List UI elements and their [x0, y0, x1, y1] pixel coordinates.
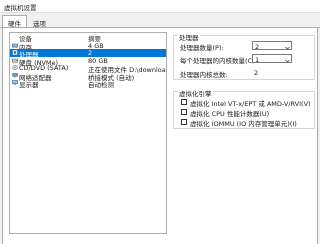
virtualize-cpu-counters-checkbox[interactable] [181, 109, 187, 115]
device-list-header: 设备 摘要 [10, 33, 166, 43]
processors-group-title: 处理器 [178, 32, 200, 42]
virtualize-cpu-counters-label[interactable]: 虚拟化 CPU 性能计数器(U) [190, 108, 269, 118]
total-cores-label: 处理器内核总数: [180, 71, 228, 79]
tab-strip: 硬件 选项 [0, 13, 320, 28]
device-name: 显示器 [19, 81, 39, 89]
total-cores-value: 2 [254, 69, 259, 77]
processor-icon [12, 50, 18, 56]
tab-content: 设备 摘要 内存 4 GB 处理器 2 硬盘 (NVMe) 80 GB CD/D… [2, 28, 318, 244]
virtualize-iommu-checkbox[interactable] [181, 119, 187, 125]
window-title: 虚拟机设置 [4, 4, 37, 12]
settings-panel: 处理器 处理器数量(P): 2 每个处理器的内核数量(C): 1 处理器内核总数… [171, 28, 319, 244]
cd-dvd-icon [12, 65, 18, 71]
device-summary: 自动检测 [88, 81, 114, 89]
processor-count-select[interactable]: 2 [252, 41, 292, 51]
hard-disk-icon [12, 58, 18, 63]
tab-hardware[interactable]: 硬件 [2, 15, 27, 28]
device-list[interactable]: 设备 摘要 内存 4 GB 处理器 2 硬盘 (NVMe) 80 GB CD/D… [9, 32, 167, 234]
display-icon [12, 80, 18, 85]
tab-options[interactable]: 选项 [28, 16, 51, 28]
chevron-down-icon [285, 57, 290, 63]
virtualization-group: 虚拟化引擎 虚拟化 Intel VT-x/EPT 或 AMD-V/RVI(V) … [173, 88, 315, 129]
virtualize-iommu-label[interactable]: 虚拟化 IOMMU (IO 内存管理单元)(I) [190, 118, 297, 128]
virtualization-group-title: 虚拟化引擎 [178, 88, 213, 98]
cores-per-processor-value: 1 [255, 55, 260, 64]
cores-per-processor-select[interactable]: 1 [252, 54, 292, 64]
title-bar: 虚拟机设置 [0, 0, 320, 13]
cores-per-processor-label: 每个处理器的内核数量(C): [180, 57, 257, 65]
network-adapter-icon [12, 72, 18, 78]
device-row-display[interactable]: 显示器 自动检测 [10, 79, 166, 89]
processor-count-label: 处理器数量(P): [180, 44, 224, 52]
virtualize-vtx-label[interactable]: 虚拟化 Intel VT-x/EPT 或 AMD-V/RVI(V) [190, 98, 311, 108]
device-row-processor[interactable]: 处理器 2 [10, 49, 166, 59]
device-row-hard-disk[interactable]: 硬盘 (NVMe) 80 GB [10, 57, 166, 67]
device-row-cd-dvd[interactable]: CD/DVD (SATA) 正在使用文件 D:\download\cn... [10, 64, 166, 74]
device-row-memory[interactable]: 内存 4 GB [10, 42, 166, 52]
chevron-down-icon [285, 44, 290, 50]
processors-group: 处理器 处理器数量(P): 2 每个处理器的内核数量(C): 1 处理器内核总数… [173, 32, 315, 80]
device-row-network-adapter[interactable]: 网络适配器 桥接模式 (自动) [10, 72, 166, 82]
processor-count-value: 2 [255, 42, 260, 51]
memory-icon [12, 43, 18, 48]
virtualize-vtx-checkbox[interactable] [181, 99, 187, 105]
